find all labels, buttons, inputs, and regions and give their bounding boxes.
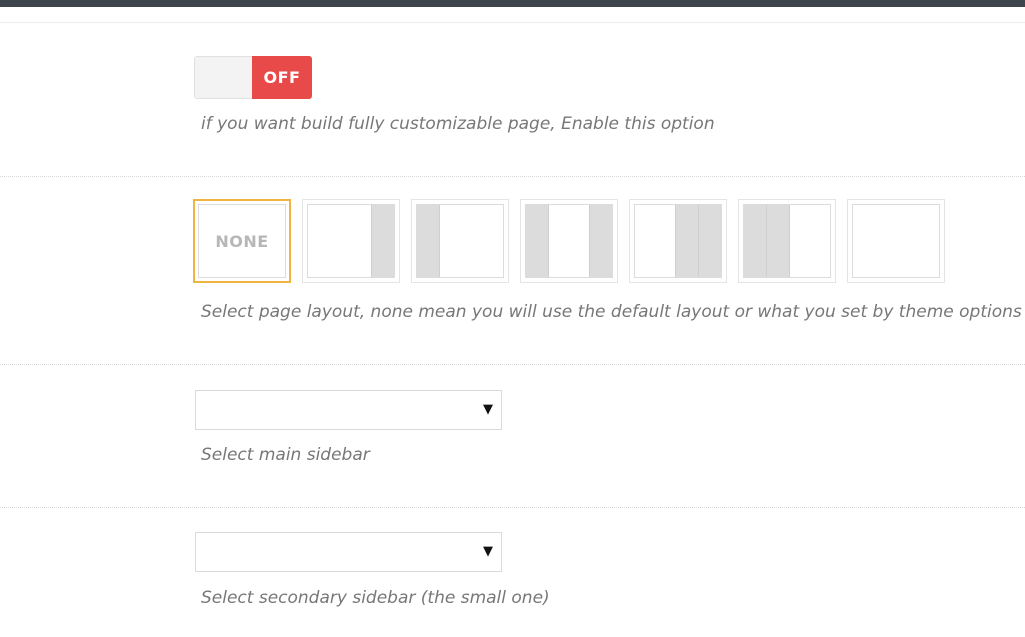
top-divider xyxy=(0,22,1025,23)
layout-option-left-sidebar[interactable] xyxy=(411,199,509,283)
main-sidebar-description: Select main sidebar xyxy=(201,445,370,465)
row-divider xyxy=(0,176,1025,177)
main-sidebar-select[interactable]: ▼ xyxy=(195,390,502,430)
layout-sidebar-column xyxy=(698,205,721,277)
row-divider xyxy=(0,507,1025,508)
layout-option-two-right-sidebars[interactable] xyxy=(629,199,727,283)
layout-sidebar-column xyxy=(371,205,394,277)
dropdown-arrow-icon: ▼ xyxy=(483,402,493,417)
layout-content-column xyxy=(635,205,675,277)
layout-option-both-sidebars[interactable] xyxy=(520,199,618,283)
top-bar xyxy=(0,0,1025,7)
layout-preview-both-sidebars xyxy=(525,204,613,278)
fullpage-description: if you want build fully customizable pag… xyxy=(201,114,715,134)
layout-content-column xyxy=(308,205,371,277)
secondary-sidebar-select[interactable]: ▼ xyxy=(195,532,502,572)
layout-option-full-width[interactable] xyxy=(847,199,945,283)
layout-preview-two-left-sidebars xyxy=(743,204,831,278)
layout-description: Select page layout, none mean you will u… xyxy=(201,302,1025,322)
dropdown-arrow-icon: ▼ xyxy=(483,544,493,559)
layout-sidebar-column xyxy=(589,205,612,277)
layout-sidebar-column xyxy=(526,205,549,277)
layout-sidebar-column xyxy=(417,205,440,277)
layout-sidebar-column xyxy=(675,205,698,277)
layout-preview-none: NONE xyxy=(198,204,286,278)
layout-sidebar-column xyxy=(744,205,767,277)
toggle-knob xyxy=(194,56,252,99)
layout-option-none[interactable]: NONE xyxy=(193,199,291,283)
layout-content-column xyxy=(853,205,939,277)
layout-sidebar-column xyxy=(767,205,790,277)
secondary-sidebar-description: Select secondary sidebar (the small one) xyxy=(201,588,550,608)
layout-content-column xyxy=(790,205,830,277)
layout-content-column xyxy=(549,205,589,277)
layout-content-column xyxy=(440,205,503,277)
layout-preview-right-sidebar xyxy=(307,204,395,278)
layout-option-right-sidebar[interactable] xyxy=(302,199,400,283)
layout-none-label: NONE xyxy=(215,231,269,251)
fullpage-toggle[interactable]: OFF xyxy=(194,56,312,99)
layout-preview-left-sidebar xyxy=(416,204,504,278)
layout-preview-full-width xyxy=(852,204,940,278)
row-divider xyxy=(0,364,1025,365)
layout-preview-two-right-sidebars xyxy=(634,204,722,278)
layout-option-two-left-sidebars[interactable] xyxy=(738,199,836,283)
toggle-state-label: OFF xyxy=(252,56,312,99)
